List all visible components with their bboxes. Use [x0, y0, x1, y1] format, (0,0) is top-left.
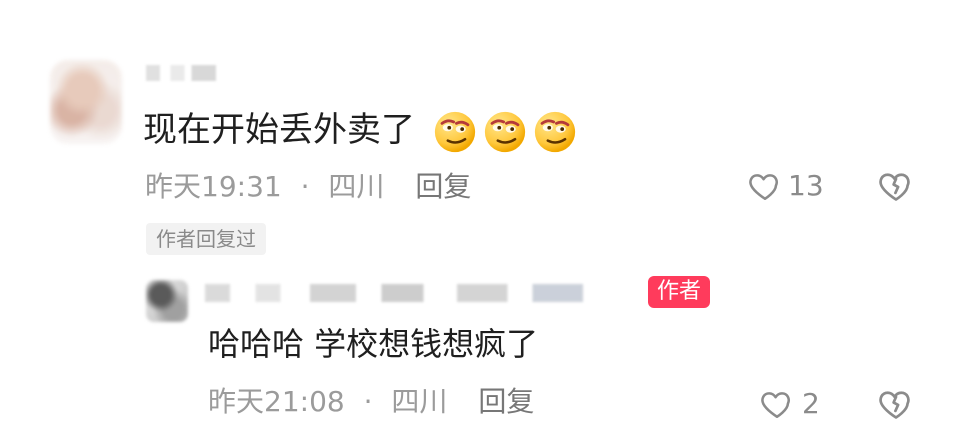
reply-time: 昨天21:08 — [208, 385, 345, 418]
emoji-row — [432, 109, 578, 155]
separator-dot: · — [300, 170, 310, 203]
author-badge: 作者 — [648, 276, 711, 308]
username-blurred[interactable] — [146, 65, 216, 81]
avatar[interactable] — [50, 60, 122, 144]
broken-heart-icon[interactable] — [878, 168, 914, 204]
like-count: 13 — [788, 169, 824, 202]
like-count: 2 — [802, 387, 820, 420]
heart-outline-icon — [761, 392, 790, 419]
reply-button[interactable]: 回复 — [415, 170, 471, 203]
comment-location: 四川 — [328, 170, 385, 203]
reply-button[interactable]: 回复 — [478, 385, 534, 418]
username-blurred[interactable] — [205, 284, 625, 302]
smirk-face-emoji — [484, 111, 525, 152]
reply-meta: 昨天21:08 · 四川 回复 — [208, 384, 534, 420]
reply-text: 哈哈哈 学校想钱想疯了 — [208, 325, 539, 363]
comment-text: 现在开始丢外卖了 — [143, 108, 578, 155]
avatar[interactable] — [146, 280, 188, 322]
comment-time: 昨天19:31 — [145, 170, 282, 203]
like-button[interactable]: 2 — [760, 384, 820, 424]
separator-dot: · — [363, 385, 373, 418]
broken-heart-icon[interactable] — [878, 386, 914, 422]
smirk-face-emoji — [534, 111, 575, 152]
comment-meta: 昨天19:31 · 四川 回复 — [145, 168, 471, 205]
comment-body: 现在开始丢外卖了 — [143, 110, 415, 150]
heart-outline-icon — [749, 174, 778, 201]
like-button[interactable]: 13 — [748, 166, 824, 206]
smirk-face-emoji — [434, 111, 475, 152]
author-replied-tag: 作者回复过 — [146, 223, 266, 255]
reply-location: 四川 — [391, 385, 448, 418]
